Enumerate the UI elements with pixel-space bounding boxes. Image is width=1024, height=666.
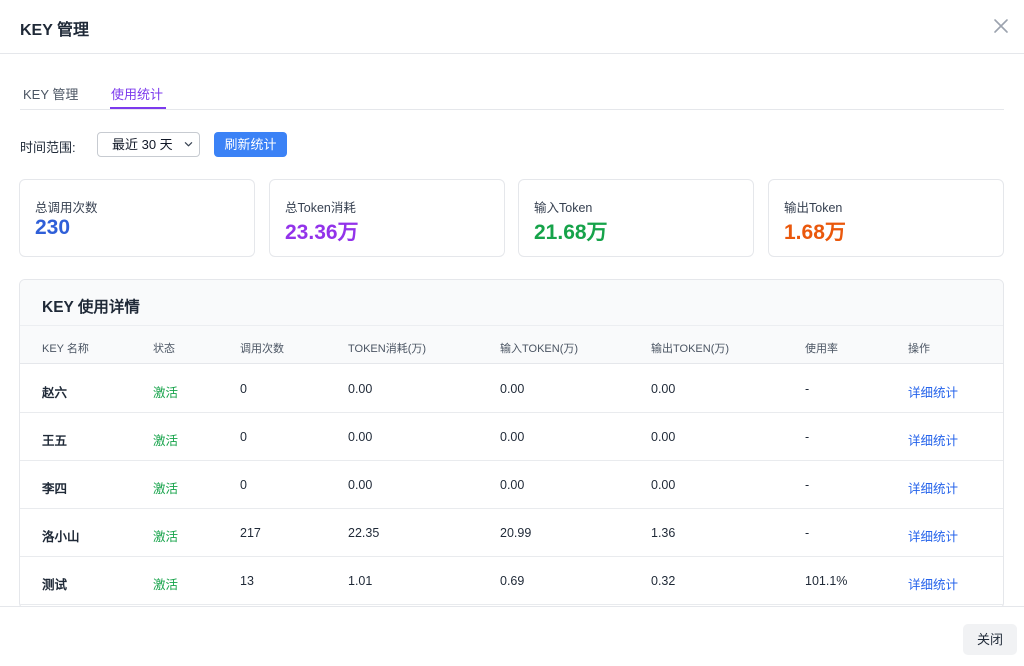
stat-value: 230 — [35, 216, 71, 239]
token-total-cell: 0.00 — [348, 382, 373, 396]
key-name-cell: 王五 — [42, 434, 68, 448]
stat-card-total-tokens: 总Token消耗 23.36万 — [269, 179, 505, 257]
time-range-label: 时间范围: — [20, 140, 76, 155]
refresh-stats-button[interactable]: 刷新统计 — [214, 132, 287, 157]
column-header-token-total: TOKEN消耗(万) — [348, 343, 427, 355]
status-badge: 激活 — [153, 482, 179, 496]
token-total-cell: 0.00 — [348, 430, 373, 444]
detail-stats-link[interactable]: 详细统计 — [908, 430, 958, 449]
modal-header: KEY 管理 — [0, 0, 1024, 54]
key-name-cell: 李四 — [42, 482, 68, 496]
close-button[interactable]: 关闭 — [963, 624, 1017, 655]
token-output-cell: 0.00 — [651, 430, 676, 444]
table-row: 赵六 激活 0 0.00 0.00 0.00 - 详细统计 — [20, 365, 1003, 413]
usage-rate-cell: 101.1% — [805, 574, 848, 588]
detail-stats-link[interactable]: 详细统计 — [908, 526, 958, 545]
stat-label: 输出Token — [784, 201, 843, 215]
stat-card-input-tokens: 输入Token 21.68万 — [518, 179, 754, 257]
time-range-select[interactable]: 最近 30 天 — [97, 132, 200, 157]
stat-card-output-tokens: 输出Token 1.68万 — [768, 179, 1004, 257]
usage-rate-cell: - — [805, 382, 810, 396]
token-total-cell: 22.35 — [348, 526, 380, 540]
token-total-cell: 0.00 — [348, 478, 373, 492]
table-header: KEY 名称 状态 调用次数 TOKEN消耗(万) 输入TOKEN(万) 输出T… — [20, 326, 1003, 364]
tab-key-management[interactable]: KEY 管理 — [23, 84, 78, 110]
calls-cell: 0 — [240, 430, 247, 444]
usage-rate-cell: - — [805, 430, 810, 444]
status-badge: 激活 — [153, 434, 179, 448]
key-name-cell: 赵六 — [42, 386, 68, 400]
detail-stats-link[interactable]: 详细统计 — [908, 382, 958, 401]
calls-cell: 0 — [240, 478, 247, 492]
key-name-cell: 洛小山 — [42, 530, 80, 544]
close-icon[interactable] — [988, 13, 1014, 39]
stat-card-total-calls: 总调用次数 230 — [19, 179, 255, 257]
column-header-usage-rate: 使用率 — [805, 343, 838, 355]
key-management-modal: KEY 管理 KEY 管理 使用统计 时间范围: 最近 30 天 刷新统计 总调… — [0, 0, 1024, 666]
calls-cell: 217 — [240, 526, 261, 540]
token-output-cell: 1.36 — [651, 526, 676, 540]
table-row: 王五 激活 0 0.00 0.00 0.00 - 详细统计 — [20, 413, 1003, 461]
column-header-token-input: 输入TOKEN(万) — [500, 343, 579, 355]
chevron-down-icon — [184, 142, 193, 147]
token-output-cell: 0.00 — [651, 382, 676, 396]
token-total-cell: 1.01 — [348, 574, 373, 588]
stat-value: 23.36万 — [285, 221, 359, 244]
token-input-cell: 0.00 — [500, 430, 525, 444]
stat-label: 总调用次数 — [35, 201, 98, 215]
table-row: 洛小山 激活 217 22.35 20.99 1.36 - 详细统计 — [20, 509, 1003, 557]
token-input-cell: 0.00 — [500, 478, 525, 492]
token-output-cell: 0.00 — [651, 478, 676, 492]
usage-rate-cell: - — [805, 478, 810, 492]
stat-value: 1.68万 — [784, 221, 846, 244]
key-name-cell: 测试 — [42, 578, 68, 592]
tab-bar: KEY 管理 使用统计 — [20, 80, 1004, 110]
status-badge: 激活 — [153, 578, 179, 592]
detail-header: KEY 使用详情 — [20, 280, 1003, 326]
time-range-value: 最近 30 天 — [112, 137, 173, 152]
status-badge: 激活 — [153, 530, 179, 544]
stat-label: 输入Token — [534, 201, 593, 215]
table-row: 测试 激活 13 1.01 0.69 0.32 101.1% 详细统计 — [20, 557, 1003, 605]
token-input-cell: 20.99 — [500, 526, 532, 540]
active-tab-indicator — [110, 107, 166, 109]
detail-title: KEY 使用详情 — [42, 299, 140, 316]
modal-footer: 关闭 — [0, 606, 1024, 666]
key-usage-detail-panel: KEY 使用详情 KEY 名称 状态 调用次数 TOKEN消耗(万) 输入TOK… — [19, 279, 1004, 609]
calls-cell: 0 — [240, 382, 247, 396]
column-header-status: 状态 — [153, 343, 175, 355]
column-header-name: KEY 名称 — [42, 343, 89, 355]
token-output-cell: 0.32 — [651, 574, 676, 588]
detail-stats-link[interactable]: 详细统计 — [908, 574, 958, 593]
token-input-cell: 0.69 — [500, 574, 525, 588]
calls-cell: 13 — [240, 574, 254, 588]
token-input-cell: 0.00 — [500, 382, 525, 396]
detail-stats-link[interactable]: 详细统计 — [908, 478, 958, 497]
column-header-token-output: 输出TOKEN(万) — [651, 343, 730, 355]
stat-value: 21.68万 — [534, 221, 608, 244]
table-row: 李四 激活 0 0.00 0.00 0.00 - 详细统计 — [20, 461, 1003, 509]
modal-title: KEY 管理 — [20, 22, 90, 39]
usage-rate-cell: - — [805, 526, 810, 540]
status-badge: 激活 — [153, 386, 179, 400]
column-header-actions: 操作 — [908, 343, 930, 355]
column-header-calls: 调用次数 — [240, 343, 284, 355]
stat-label: 总Token消耗 — [285, 201, 356, 215]
